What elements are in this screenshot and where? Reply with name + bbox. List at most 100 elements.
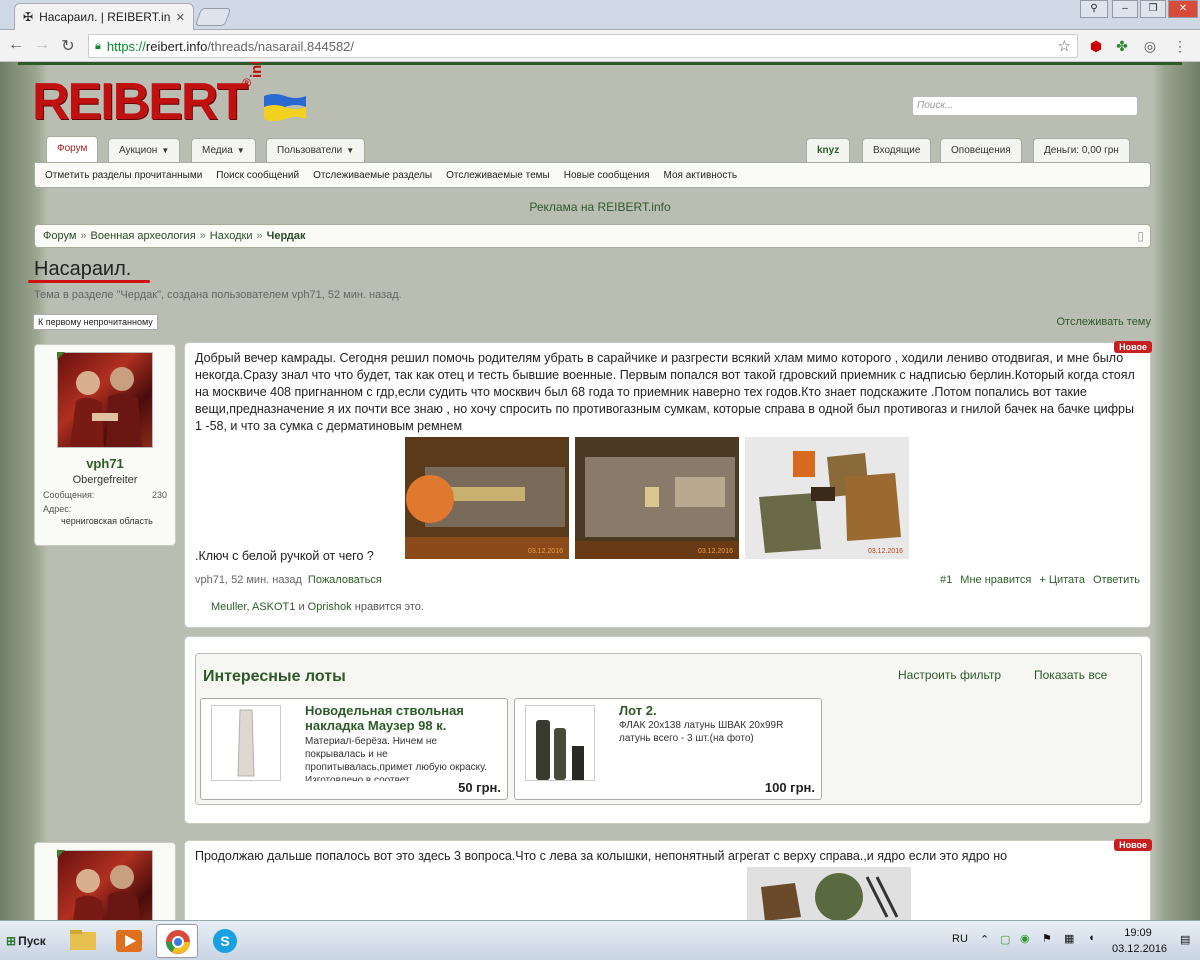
breadcrumb-military-archaeology[interactable]: Военная археология xyxy=(91,230,196,242)
taskbar-media-player-icon[interactable] xyxy=(108,924,150,958)
radio-photo-1[interactable]: 03.12.2016 xyxy=(405,437,569,559)
lock-icon: 🔒︎ xyxy=(95,39,101,52)
tray-antivirus-icon[interactable]: ◉ xyxy=(1020,932,1030,945)
extension-adblock-icon[interactable]: ⬢ xyxy=(1086,36,1106,56)
lot-card[interactable]: Новодельная ствольная накладка Маузер 98… xyxy=(200,698,508,800)
tab-media[interactable]: Медиа ▼ xyxy=(191,138,256,162)
forward-icon[interactable]: → xyxy=(32,36,52,54)
chevron-down-icon: ▼ xyxy=(161,146,170,155)
tab-users[interactable]: Пользователи ▼ xyxy=(266,138,366,162)
red-underline-annotation xyxy=(28,280,150,283)
page-title: Насараил. xyxy=(34,258,132,280)
photo-date: 03.12.2016 xyxy=(527,548,563,555)
site-logo[interactable]: REIBERT info ® xyxy=(32,62,265,131)
back-icon[interactable]: ← xyxy=(6,36,26,54)
post-number[interactable]: #1 xyxy=(940,574,952,586)
close-window-button[interactable]: ✕ xyxy=(1168,0,1198,18)
subnav-watched-threads[interactable]: Отслеживаемые темы xyxy=(446,170,550,181)
tray-network-icon[interactable]: ▦ xyxy=(1064,932,1074,945)
clock-time[interactable]: 19:09 xyxy=(1118,927,1158,939)
avatar[interactable] xyxy=(57,352,153,448)
post-images: 03.12.2016 03.12.2016 03.12.2016 xyxy=(405,437,909,559)
lot-title[interactable]: Новодельная ствольная накладка Маузер 98… xyxy=(305,703,501,733)
avatar[interactable] xyxy=(57,850,153,920)
tab-users-label: Пользователи xyxy=(277,145,343,156)
first-unread-button[interactable]: К первому непрочитанному xyxy=(33,314,158,330)
subnav-search-posts[interactable]: Поиск сообщений xyxy=(216,170,299,181)
clock-date[interactable]: 03.12.2016 xyxy=(1112,943,1167,955)
tab-auction-label: Аукцион xyxy=(119,145,158,156)
tab-money[interactable]: Деньги: 0,00 грн xyxy=(1033,138,1130,162)
tab-forum[interactable]: Форум xyxy=(46,136,99,162)
breadcrumb-attic[interactable]: Чердак xyxy=(267,230,306,242)
reply-link[interactable]: Ответить xyxy=(1093,574,1140,586)
ad-link[interactable]: Реклама на REIBERT.info xyxy=(0,200,1200,214)
tab-auction[interactable]: Аукцион ▼ xyxy=(108,138,181,162)
taskbar-explorer-icon[interactable] xyxy=(62,924,104,958)
extension-puzzle-icon[interactable]: ✤ xyxy=(1112,36,1132,56)
post-author-time[interactable]: vph71, 52 мин. назад xyxy=(195,574,302,586)
post-2-photo[interactable] xyxy=(747,867,911,920)
likers-list[interactable]: Meuller, ASKOT1 xyxy=(211,601,295,613)
subnav-watched-forums[interactable]: Отслеживаемые разделы xyxy=(313,170,432,181)
ukraine-flag-icon xyxy=(264,94,306,121)
tray-flag-icon[interactable]: ⚑ xyxy=(1042,932,1052,945)
breadcrumb-forum[interactable]: Форум xyxy=(43,230,76,242)
report-link[interactable]: Пожаловаться xyxy=(308,574,382,586)
user-profile-icon[interactable]: ⚲ xyxy=(1080,0,1108,18)
start-button[interactable]: ⊞ Пуск xyxy=(2,927,50,955)
search-input[interactable]: Поиск... xyxy=(912,96,1138,116)
sub-navigation: Отметить разделы прочитанными Поиск сооб… xyxy=(34,162,1151,188)
tray-expand-icon[interactable]: ⌃ xyxy=(980,933,989,946)
follow-thread-link[interactable]: Отслеживать тему xyxy=(1056,316,1151,328)
notifications-icon[interactable]: ▤ xyxy=(1180,933,1190,946)
configure-filter-link[interactable]: Настроить фильтр xyxy=(898,668,1001,682)
like-link[interactable]: Мне нравится xyxy=(960,574,1031,586)
post-meta: vph71, 52 мин. назад Пожаловаться xyxy=(195,574,382,586)
subnav-new-posts[interactable]: Новые сообщения xyxy=(564,170,650,181)
lot-title[interactable]: Лот 2. xyxy=(619,703,815,718)
likes-summary: Meuller, ASKOT1 и Oprishok нравится это. xyxy=(211,601,424,613)
lot-card[interactable]: Лот 2. ФЛАК 20х138 латунь ШВАК 20х99R ла… xyxy=(514,698,822,800)
chevron-down-icon: ▼ xyxy=(346,146,355,155)
subnav-my-activity[interactable]: Моя активность xyxy=(664,170,738,181)
quote-link[interactable]: + Цитата xyxy=(1039,574,1085,586)
likers-last[interactable]: Oprishok xyxy=(308,601,352,613)
tab-account-knyz[interactable]: knyz xyxy=(806,138,851,162)
breadcrumb-finds[interactable]: Находки xyxy=(210,230,253,242)
subnav-mark-read[interactable]: Отметить разделы прочитанными xyxy=(45,170,202,181)
tab-title: Насараил. | REIBERT.info xyxy=(39,10,170,24)
browser-tab[interactable]: ✠ Насараил. | REIBERT.info ✕ xyxy=(14,3,194,30)
bookmark-star-icon[interactable]: ☆ xyxy=(1058,37,1071,55)
minimize-button[interactable]: – xyxy=(1112,0,1138,18)
tab-alerts[interactable]: Оповещения xyxy=(940,138,1022,162)
lots-inner: Интересные лоты Настроить фильтр Показат… xyxy=(195,653,1142,805)
language-indicator[interactable]: RU xyxy=(952,933,968,945)
tray-volume-icon[interactable]: ◖ xyxy=(1088,932,1095,944)
logo-wordmark: REIBERT xyxy=(32,73,248,131)
extension-circle-icon[interactable]: ◎ xyxy=(1140,36,1160,56)
show-all-link[interactable]: Показать все xyxy=(1034,668,1107,682)
tab-inbox[interactable]: Входящие xyxy=(862,138,932,162)
likers-and: и xyxy=(298,601,305,613)
page-icon: ▯ xyxy=(1137,229,1144,243)
tab-media-label: Медиа xyxy=(202,145,233,156)
money-label: Деньги: 0,00 грн xyxy=(1044,145,1119,156)
posts-value[interactable]: 230 xyxy=(152,490,167,500)
user-address-row: Адрес: xyxy=(35,504,175,514)
restore-button[interactable]: ❐ xyxy=(1140,0,1166,18)
radio-photo-2[interactable]: 03.12.2016 xyxy=(575,437,739,559)
taskbar-chrome-icon[interactable] xyxy=(156,924,198,958)
lot-price: 50 грн. xyxy=(458,780,501,795)
gas-mask-bags-photo[interactable]: 03.12.2016 xyxy=(745,437,909,559)
reload-icon[interactable]: ↻ xyxy=(58,36,78,56)
taskbar-skype-icon[interactable]: S xyxy=(204,924,246,958)
tray-app-icon[interactable]: ▢ xyxy=(1000,933,1010,946)
username[interactable]: vph71 xyxy=(35,456,175,471)
url-input[interactable]: 🔒︎ https://reibert.info/threads/nasarail… xyxy=(88,34,1078,58)
menu-icon[interactable]: ⋮ xyxy=(1170,36,1190,56)
photo-date: 03.12.2016 xyxy=(697,548,733,555)
new-tab-button[interactable] xyxy=(194,8,232,26)
close-tab-icon[interactable]: ✕ xyxy=(176,11,185,24)
new-badge: Новое xyxy=(1114,341,1152,353)
